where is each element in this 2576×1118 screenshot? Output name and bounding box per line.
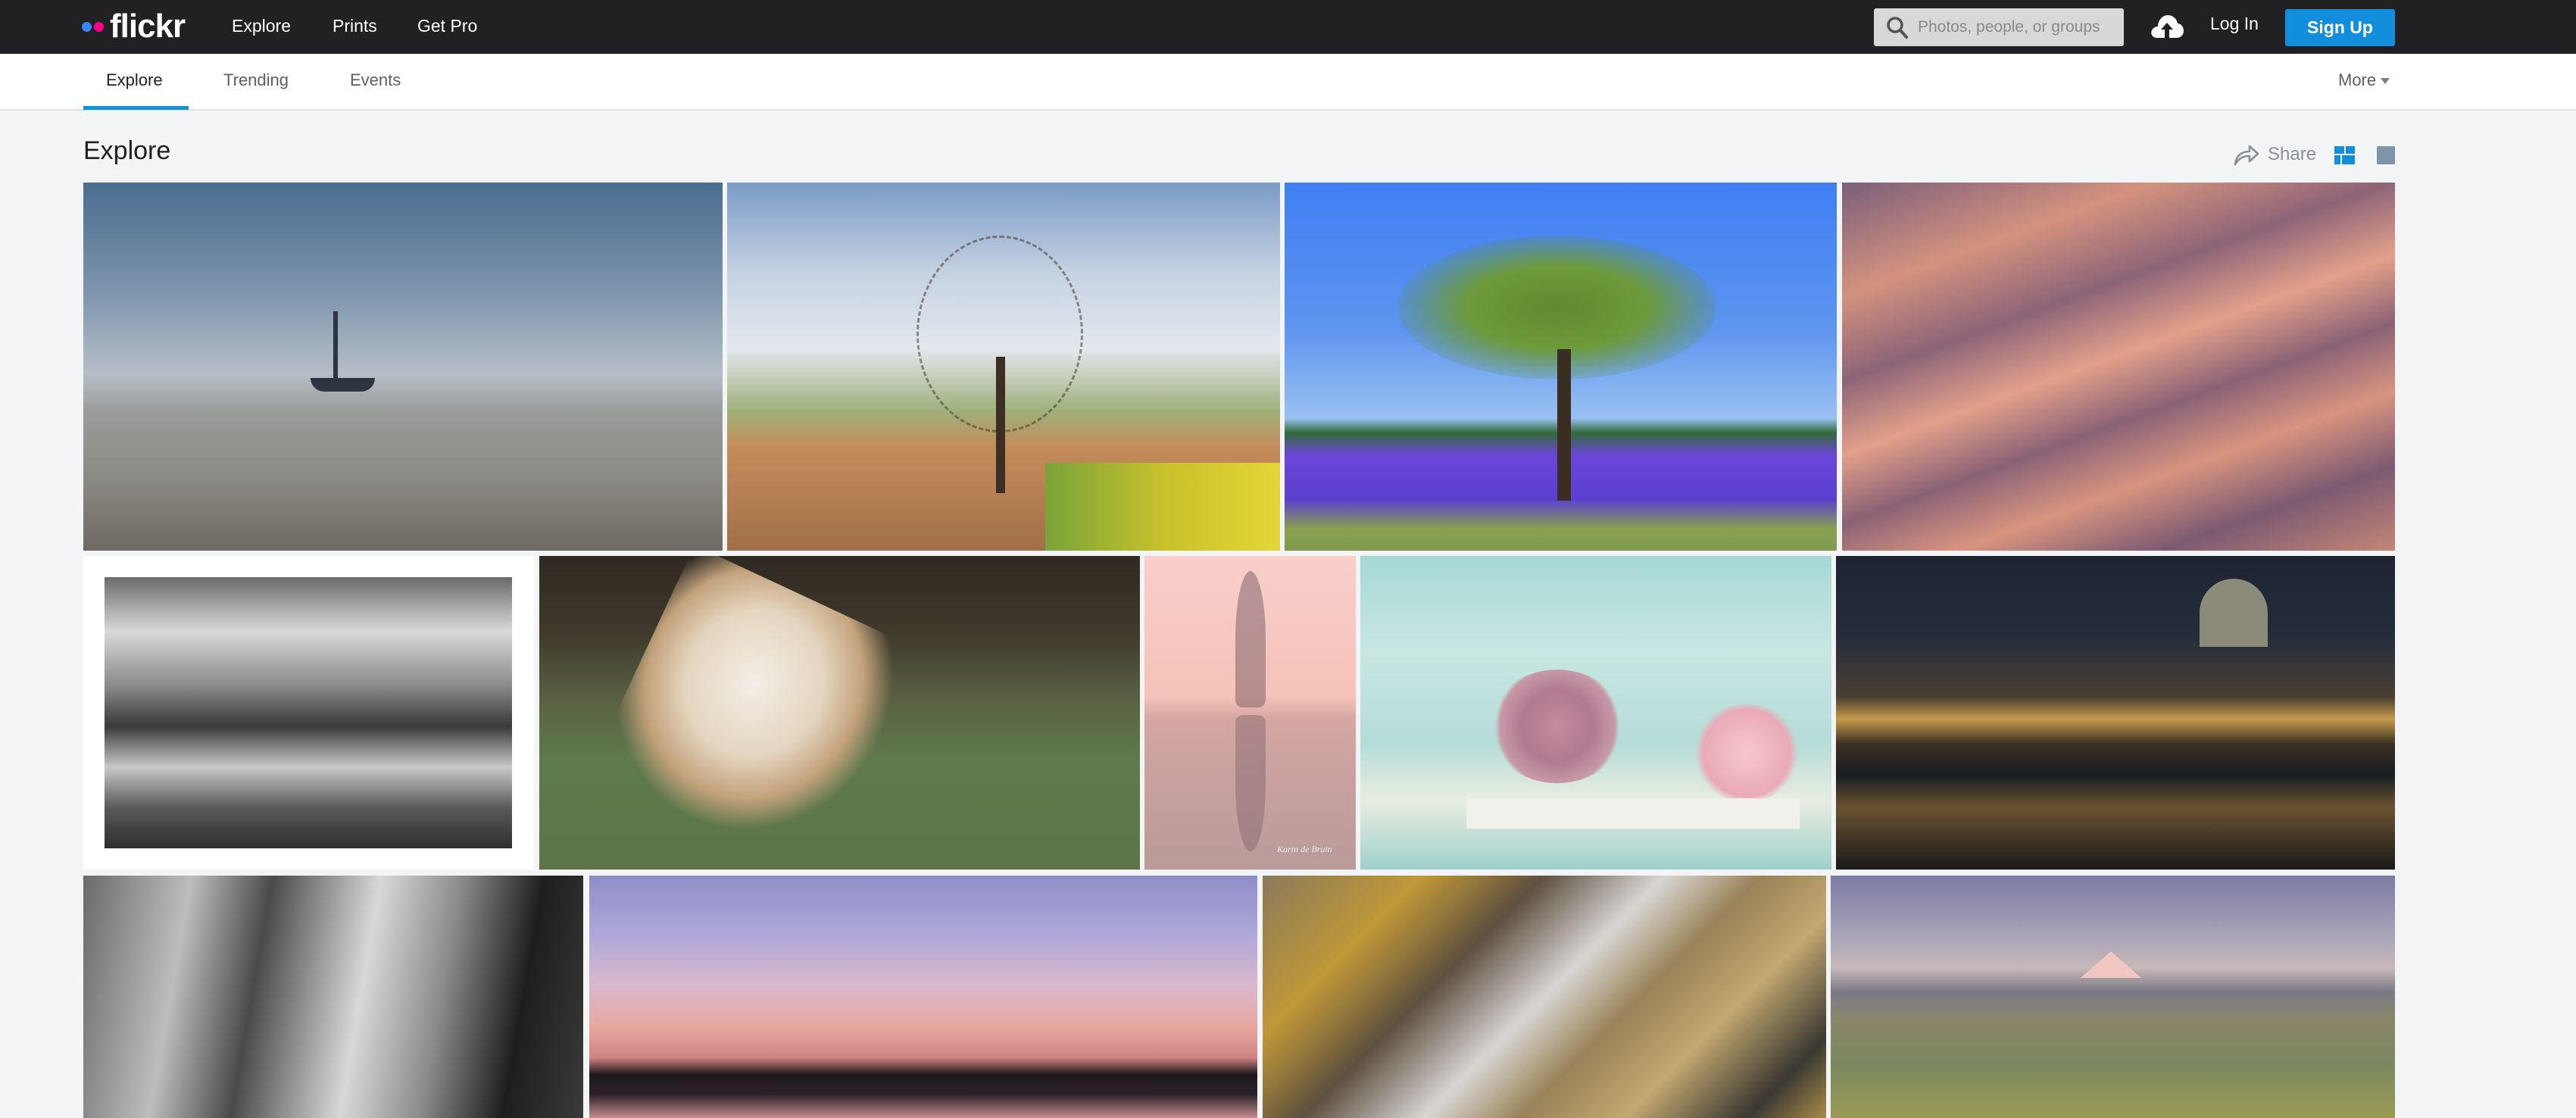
- photo-bw-castle[interactable]: [83, 876, 583, 1118]
- photo-stream-rocks[interactable]: [1263, 876, 1826, 1118]
- tab-explore[interactable]: Explore: [106, 70, 163, 90]
- more-dropdown[interactable]: More: [2338, 70, 2390, 90]
- single-view-icon[interactable]: [2377, 146, 2395, 164]
- photo-bw-canal[interactable]: [83, 556, 534, 870]
- books: [1466, 798, 1800, 829]
- rapeseed-field: [1045, 463, 1280, 551]
- photo-rome-night[interactable]: [1836, 556, 2395, 870]
- roses: [1489, 670, 1625, 783]
- nav-prints[interactable]: Prints: [333, 16, 377, 36]
- photo-bare-tree-road[interactable]: [727, 183, 1280, 551]
- bw-canal-image: [105, 577, 512, 848]
- photo-pink-sunset[interactable]: [589, 876, 1257, 1118]
- search-icon: [1884, 14, 1910, 40]
- snowy-peak: [2081, 951, 2141, 978]
- logo-pink-dot: [94, 21, 104, 32]
- tree: [1235, 571, 1266, 707]
- logo-text: flickr: [110, 8, 186, 45]
- tree-trunk: [1557, 349, 1571, 501]
- sub-navigation: Explore Trending Events More: [0, 54, 2576, 111]
- top-header: flickr Explore Prints Get Pro Log In Sig…: [0, 0, 2576, 54]
- share-label: Share: [2268, 144, 2317, 164]
- flickr-logo[interactable]: flickr: [82, 8, 186, 45]
- photo-mountain-wildflowers[interactable]: [1831, 876, 2395, 1118]
- tree-trunk: [996, 357, 1005, 493]
- signup-button[interactable]: Sign Up: [2285, 9, 2395, 46]
- photo-barn-owl[interactable]: [539, 556, 1140, 870]
- login-link[interactable]: Log In: [2210, 14, 2259, 34]
- caret-down-icon: [2381, 78, 2390, 85]
- search-input[interactable]: [1918, 18, 2107, 36]
- tab-events[interactable]: Events: [350, 70, 401, 90]
- photo-roses-teapot[interactable]: [1360, 556, 1831, 870]
- active-tab-indicator: [83, 106, 189, 110]
- cloud-upload-icon[interactable]: [2150, 11, 2184, 41]
- nav-explore[interactable]: Explore: [232, 16, 291, 36]
- share-button[interactable]: Share: [2233, 142, 2316, 167]
- photo-misty-pink-tree[interactable]: Karin de Bruin: [1144, 556, 1356, 870]
- photo-foggy-sailboat[interactable]: [83, 183, 723, 551]
- share-arrow-icon: [2234, 145, 2259, 166]
- sailboat-mast: [333, 311, 338, 383]
- page-title: Explore: [83, 136, 171, 165]
- grid-view-icon[interactable]: [2334, 146, 2355, 164]
- watermark: Karin de Bruin: [1277, 844, 1332, 854]
- tab-trending[interactable]: Trending: [223, 70, 289, 90]
- logo-blue-dot: [82, 21, 92, 32]
- search-box[interactable]: [1874, 8, 2124, 46]
- photo-pink-dunes[interactable]: [1842, 183, 2395, 551]
- owl: [589, 556, 922, 870]
- yarn-ball: [1694, 704, 1800, 802]
- sailboat-hull: [311, 378, 375, 392]
- more-label: More: [2338, 70, 2377, 89]
- dome: [2200, 579, 2268, 647]
- nav-get-pro[interactable]: Get Pro: [417, 16, 477, 36]
- tree-reflection: [1235, 715, 1266, 851]
- photo-lavender-tree[interactable]: [1285, 183, 1837, 551]
